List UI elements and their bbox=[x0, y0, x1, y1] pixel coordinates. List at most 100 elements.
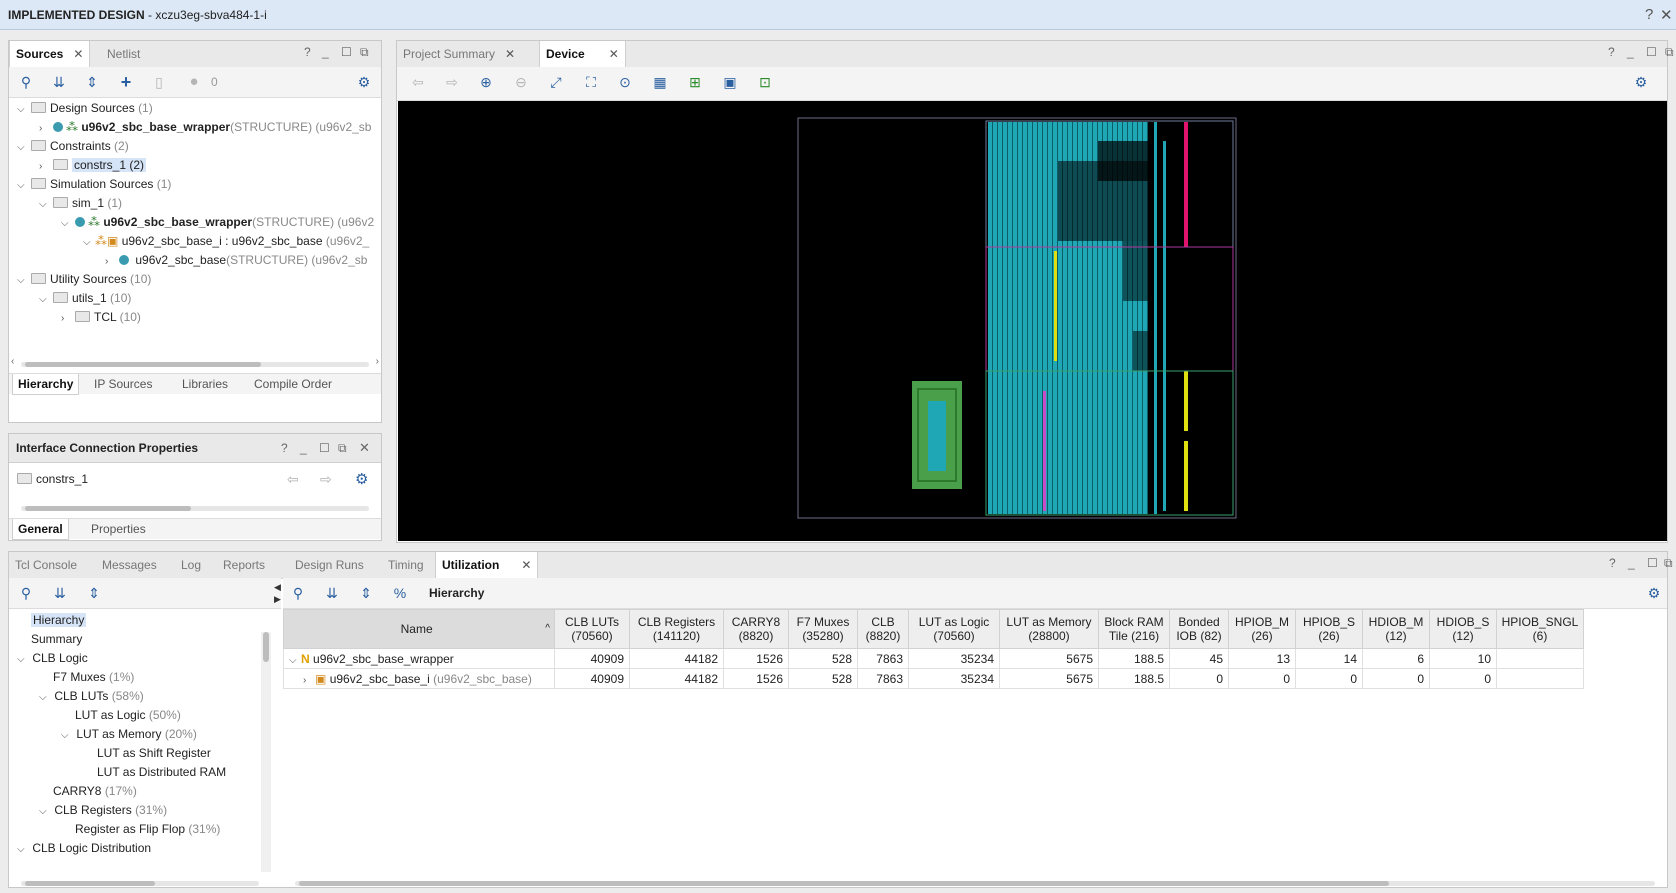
scroll-left-icon[interactable]: ‹ bbox=[11, 356, 14, 367]
chevron-down-icon[interactable]: ⌵ bbox=[17, 651, 29, 669]
tab-timing[interactable]: Timing bbox=[382, 552, 430, 578]
tab-properties[interactable]: Properties bbox=[86, 519, 151, 539]
zoom-in-icon[interactable]: ⊕ bbox=[477, 73, 495, 91]
column-header[interactable]: HPIOB_SNGL (6) bbox=[1496, 609, 1584, 649]
help-icon[interactable]: ? bbox=[281, 441, 288, 455]
chevron-down-icon[interactable]: ⌵ bbox=[17, 101, 29, 119]
tree-tcl[interactable]: › TCL (10) bbox=[61, 308, 141, 326]
chevron-down-icon[interactable]: ⌵ bbox=[39, 291, 51, 309]
table-row[interactable]: ⌵ N u96v2_sbc_base_wrapper 40909 44182 15… bbox=[283, 648, 1584, 669]
device-view-options-icon[interactable]: ▣ bbox=[721, 73, 739, 91]
chevron-down-icon[interactable]: ⌵ bbox=[39, 803, 51, 821]
tree-clb-luts[interactable]: ⌵ CLB LUTs (58%) bbox=[39, 687, 144, 705]
auto-fit-icon[interactable]: ⊙ bbox=[616, 73, 634, 91]
tab-libraries[interactable]: Libraries bbox=[177, 374, 233, 394]
tree-base-i[interactable]: ⌵ ⁂▣ u96v2_sbc_base_i : u96v2_sbc_base (u… bbox=[83, 232, 369, 250]
float-icon[interactable]: ⧉ bbox=[360, 45, 369, 60]
tree-lut-distributed-ram[interactable]: LUT as Distributed RAM bbox=[97, 763, 226, 781]
expand-all-icon[interactable]: ⇕ bbox=[83, 73, 101, 91]
tree-sim-wrapper[interactable]: ⌵ ⁂ u96v2_sbc_base_wrapper(STRUCTURE) (u9… bbox=[61, 213, 374, 231]
tab-design-runs[interactable]: Design Runs bbox=[289, 552, 370, 578]
expand-all-icon[interactable]: ⇕ bbox=[85, 584, 103, 602]
row-name[interactable]: › ▣ u96v2_sbc_base_i (u96v2_sbc_base) bbox=[283, 668, 555, 689]
tree-utility-sources[interactable]: ⌵ Utility Sources (10) bbox=[17, 270, 151, 288]
add-sources-icon[interactable]: + bbox=[117, 73, 135, 91]
chevron-right-icon[interactable]: › bbox=[39, 158, 51, 176]
chevron-down-icon[interactable]: ⌵ bbox=[17, 139, 29, 157]
column-header[interactable]: Bonded IOB (82) bbox=[1169, 609, 1229, 649]
chevron-down-icon[interactable]: ⌵ bbox=[17, 177, 29, 195]
tab-device[interactable]: Device ✕ bbox=[539, 41, 626, 68]
tab-compile-order[interactable]: Compile Order bbox=[249, 374, 337, 394]
vertical-scrollbar[interactable] bbox=[261, 632, 271, 872]
maximize-icon[interactable]: ☐ bbox=[319, 441, 330, 455]
tree-carry8[interactable]: CARRY8 (17%) bbox=[53, 782, 137, 800]
percent-icon[interactable]: % bbox=[391, 584, 409, 602]
tree-utils-1[interactable]: ⌵ utils_1 (10) bbox=[39, 289, 131, 307]
tree-clb-registers[interactable]: ⌵ CLB Registers (31%) bbox=[39, 801, 167, 819]
column-header[interactable]: HPIOB_S (26) bbox=[1295, 609, 1363, 649]
column-header-name[interactable]: Name ^ bbox=[283, 609, 555, 649]
chevron-down-icon[interactable]: ⌵ bbox=[61, 215, 73, 233]
search-icon[interactable]: ⚲ bbox=[17, 584, 35, 602]
column-header[interactable]: CLB (8820) bbox=[857, 609, 909, 649]
device-view-canvas[interactable] bbox=[398, 101, 1667, 541]
add-pblock-icon[interactable]: ⊞ bbox=[686, 73, 704, 91]
tree-simulation-sources[interactable]: ⌵ Simulation Sources (1) bbox=[17, 175, 171, 193]
tree-wrapper[interactable]: › ⁂ u96v2_sbc_base_wrapper(STRUCTURE) (u9… bbox=[39, 118, 371, 136]
gear-icon[interactable]: ⚙ bbox=[355, 73, 373, 91]
gear-icon[interactable]: ⚙ bbox=[1632, 73, 1650, 91]
close-icon[interactable]: ✕ bbox=[359, 440, 370, 456]
properties-icon[interactable]: ▯ bbox=[150, 73, 168, 91]
gear-icon[interactable]: ⚙ bbox=[355, 470, 368, 488]
gear-icon[interactable]: ⚙ bbox=[1645, 584, 1663, 602]
tab-netlist[interactable]: Netlist bbox=[101, 41, 146, 67]
column-header[interactable]: LUT as Logic (70560) bbox=[908, 609, 1000, 649]
tab-sources[interactable]: Sources ✕ bbox=[9, 41, 91, 68]
expand-pane-icon[interactable]: ▶ bbox=[274, 594, 281, 605]
tree-sim-1[interactable]: ⌵ sim_1 (1) bbox=[39, 194, 122, 212]
zoom-fit-icon[interactable]: ⤢ bbox=[547, 73, 565, 91]
tree-constrs-1[interactable]: › constrs_1 (2) bbox=[39, 156, 147, 176]
forward-icon[interactable]: ⇨ bbox=[320, 471, 332, 488]
tab-general[interactable]: General bbox=[12, 519, 69, 540]
tab-messages[interactable]: Messages bbox=[96, 552, 163, 578]
close-icon[interactable]: ✕ bbox=[1660, 6, 1673, 24]
minimize-icon[interactable]: _ bbox=[322, 45, 329, 59]
chevron-down-icon[interactable]: ⌵ bbox=[83, 234, 95, 252]
tree-constraints[interactable]: ⌵ Constraints (2) bbox=[17, 137, 129, 155]
tab-utilization[interactable]: Utilization ✕ bbox=[435, 552, 539, 579]
help-icon[interactable]: ? bbox=[1609, 556, 1616, 570]
tree-f7-muxes[interactable]: F7 Muxes (1%) bbox=[53, 668, 134, 686]
tab-reports[interactable]: Reports bbox=[217, 552, 271, 578]
collapse-pane-icon[interactable]: ◀ bbox=[274, 582, 281, 593]
minimize-icon[interactable]: _ bbox=[1627, 45, 1634, 59]
tab-ip-sources[interactable]: IP Sources bbox=[89, 374, 157, 394]
chevron-down-icon[interactable]: ⌵ bbox=[17, 272, 29, 290]
minimize-icon[interactable]: _ bbox=[300, 441, 307, 455]
float-icon[interactable]: ⧉ bbox=[1665, 45, 1674, 60]
float-icon[interactable]: ⧉ bbox=[1664, 556, 1673, 571]
chevron-right-icon[interactable]: › bbox=[39, 120, 51, 138]
routing-resources-icon[interactable]: ▦ bbox=[651, 73, 669, 91]
search-icon[interactable]: ⚲ bbox=[17, 73, 35, 91]
float-icon[interactable]: ⧉ bbox=[338, 441, 347, 456]
maximize-icon[interactable]: ☐ bbox=[1646, 45, 1657, 59]
help-icon[interactable]: ? bbox=[304, 45, 311, 59]
column-header[interactable]: F7 Muxes (35280) bbox=[788, 609, 858, 649]
tree-clb-logic-distribution[interactable]: ⌵ CLB Logic Distribution bbox=[17, 839, 151, 857]
expand-all-icon[interactable]: ⇕ bbox=[357, 584, 375, 602]
tree-hierarchy[interactable]: Hierarchy bbox=[31, 611, 87, 629]
search-icon[interactable]: ⚲ bbox=[289, 584, 307, 602]
sort-icon[interactable]: ^ bbox=[545, 622, 550, 636]
tree-design-sources[interactable]: ⌵ Design Sources (1) bbox=[17, 99, 153, 117]
maximize-icon[interactable]: ☐ bbox=[1647, 556, 1658, 570]
column-header[interactable]: HDIOB_M (12) bbox=[1362, 609, 1430, 649]
column-header[interactable]: HDIOB_S (12) bbox=[1429, 609, 1497, 649]
column-header[interactable]: HPIOB_M (26) bbox=[1228, 609, 1296, 649]
back-icon[interactable]: ⇦ bbox=[287, 471, 299, 488]
column-header[interactable]: CLB Registers (141120) bbox=[629, 609, 724, 649]
chevron-down-icon[interactable]: ⌵ bbox=[17, 841, 29, 859]
chevron-down-icon[interactable]: ⌵ bbox=[289, 655, 301, 666]
forward-icon[interactable]: ⇨ bbox=[443, 73, 461, 91]
